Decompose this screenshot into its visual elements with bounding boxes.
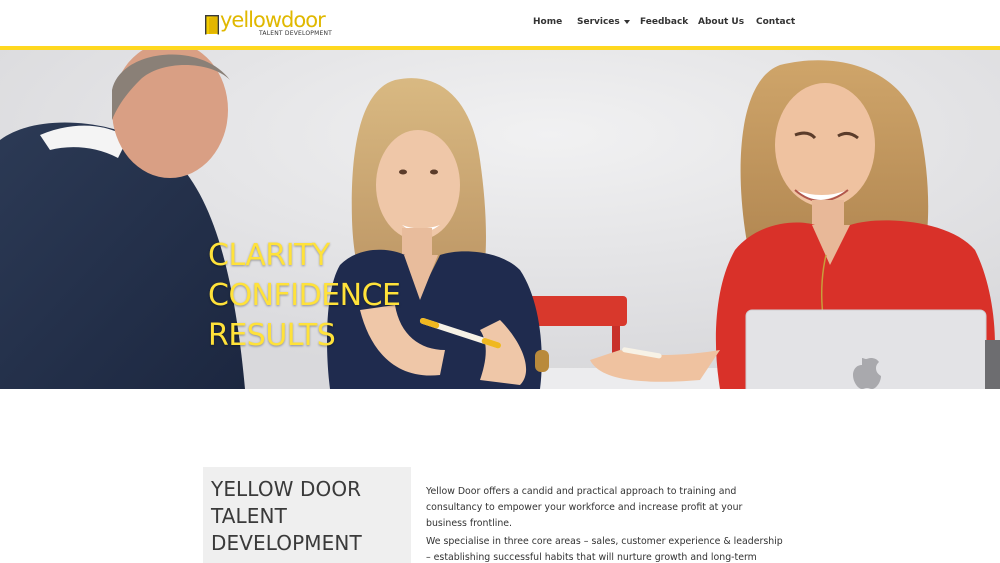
intro-title-box: YELLOW DOOR TALENT DEVELOPMENT — [203, 467, 411, 563]
logo-tagline: TALENT DEVELOPMENT — [259, 30, 332, 37]
hero-banner: CLARITY CONFIDENCE RESULTS — [0, 50, 1000, 389]
nav-item-about-us[interactable]: About Us — [698, 17, 744, 27]
nav-item-contact[interactable]: Contact — [756, 17, 795, 27]
site-header: yellowdoor TALENT DEVELOPMENT Home Servi… — [0, 0, 1000, 46]
chevron-down-icon — [623, 19, 630, 24]
intro-paragraph-2: We specialise in three core areas – sale… — [426, 536, 783, 563]
hero-headline-results: RESULTS — [208, 318, 336, 353]
nav-item-home[interactable]: Home — [533, 17, 562, 27]
intro-title-line-1: YELLOW DOOR — [211, 477, 362, 501]
hero-headline-confidence: CONFIDENCE — [208, 278, 401, 313]
intro-title-line-2: TALENT — [211, 504, 287, 528]
hero-headline-clarity: CLARITY — [208, 238, 330, 273]
main-nav: Home Services Feedback About Us Contact — [0, 17, 1000, 31]
hero-photo — [0, 50, 1000, 389]
nav-item-services[interactable]: Services — [577, 17, 630, 27]
intro-paragraph-1: Yellow Door offers a candid and practica… — [426, 486, 743, 529]
nav-item-services-label: Services — [577, 17, 620, 27]
nav-item-feedback[interactable]: Feedback — [640, 17, 688, 27]
intro-title-line-3: DEVELOPMENT — [211, 531, 362, 555]
